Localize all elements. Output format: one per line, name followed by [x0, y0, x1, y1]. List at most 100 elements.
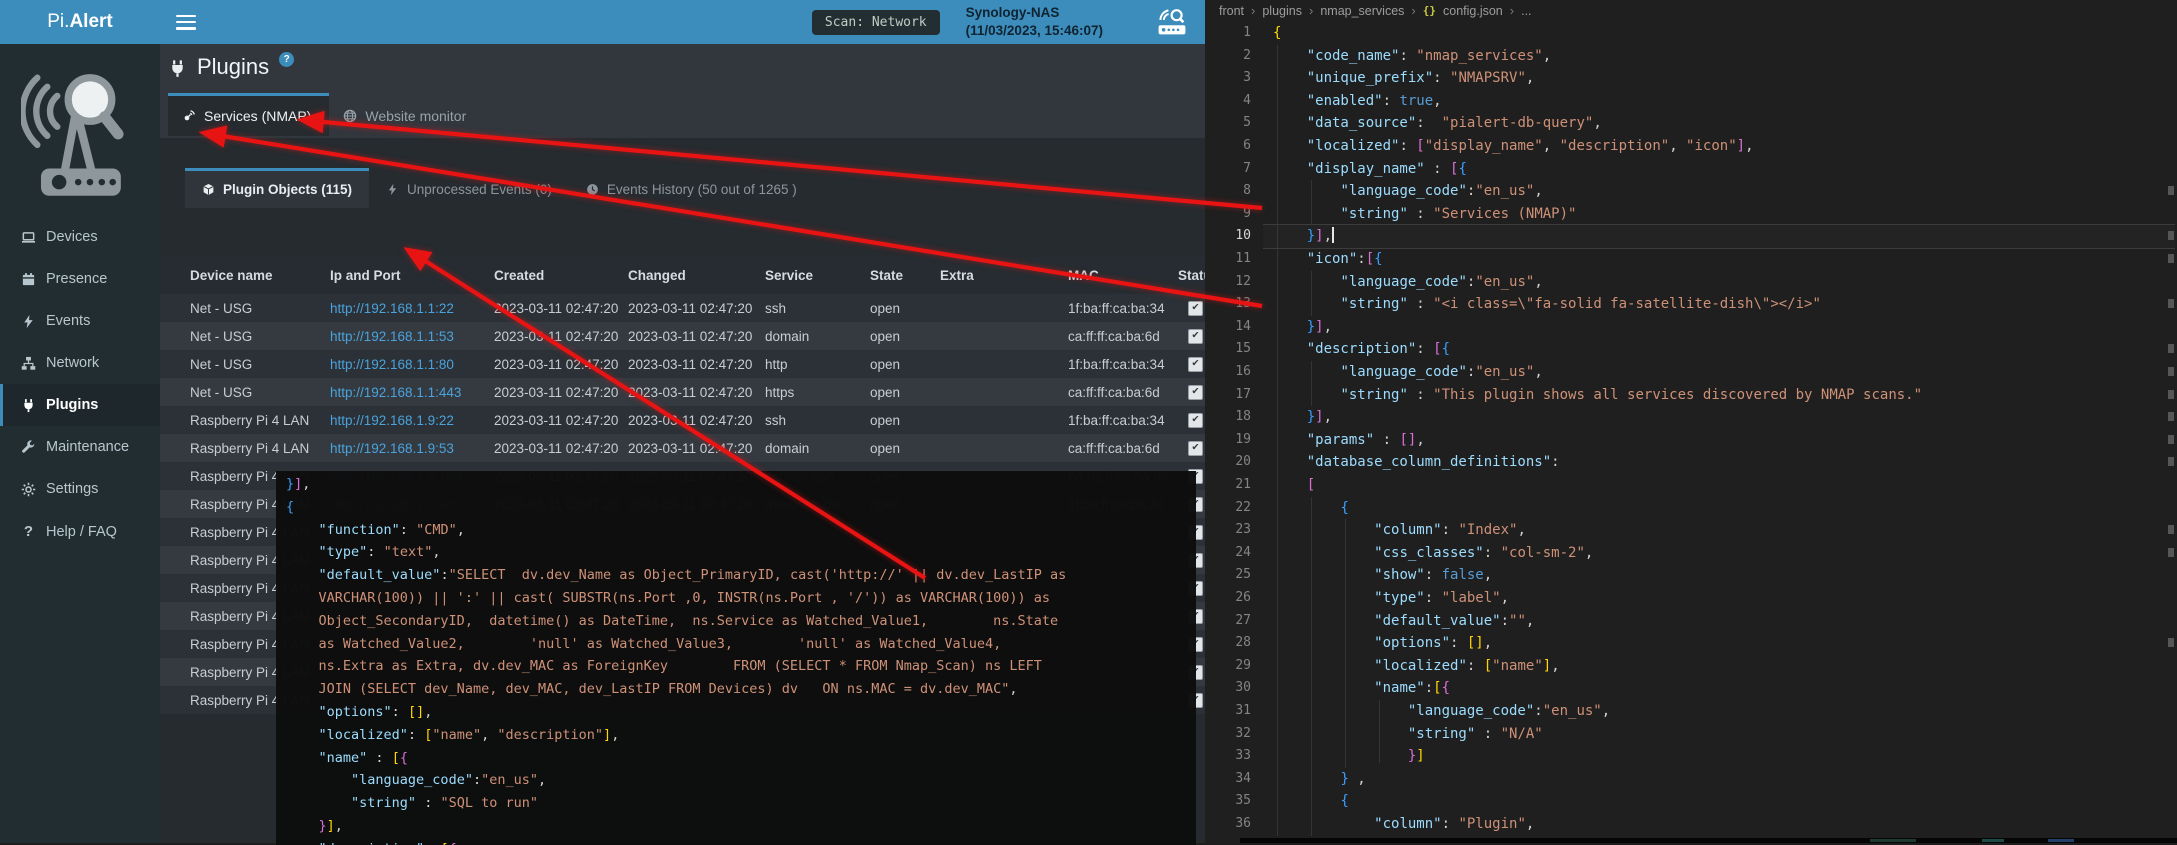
column-header[interactable]: Created — [494, 268, 628, 283]
overlay-code-line: }], — [286, 815, 1196, 838]
cell: http — [765, 357, 870, 372]
host-name: Synology-NAS — [966, 4, 1103, 22]
overlay-code-line: Object_SecondaryID, datetime() as DateTi… — [286, 610, 1196, 633]
line-number: 21 — [1205, 474, 1251, 497]
ip-port-link[interactable]: http://192.168.1.1:443 — [330, 385, 461, 400]
brand-logo[interactable]: Pi.Alert — [0, 0, 160, 44]
status-checkbox[interactable]: ✔ — [1188, 329, 1203, 344]
plug-icon — [168, 54, 187, 83]
editor-line: 14 }], — [1205, 316, 2177, 339]
cell: ssh — [765, 413, 870, 428]
overlay-code-line: "options": [], — [286, 701, 1196, 724]
cell: https — [765, 385, 870, 400]
status-checkbox[interactable]: ✔ — [1188, 413, 1203, 428]
editor-line: 36 "column": "Plugin", — [1205, 813, 2177, 836]
editor-line: 8 "language_code":"en_us", — [1205, 180, 2177, 203]
editor-code-area[interactable]: 1{2 "code_name": "nmap_services",3 "uniq… — [1205, 21, 2177, 843]
overlay-code-line: "default_value":"SELECT dv.dev_Name as O… — [286, 564, 1196, 587]
line-number: 19 — [1205, 429, 1251, 452]
column-header[interactable]: Service — [765, 268, 870, 283]
satellite-dish-icon — [182, 109, 196, 123]
line-code: "options": [], — [1273, 632, 1492, 655]
calendar-icon — [21, 272, 36, 287]
line-number: 22 — [1205, 497, 1251, 520]
status-checkbox[interactable]: ✔ — [1188, 357, 1203, 372]
line-number: 32 — [1205, 723, 1251, 746]
table-header-row: Device nameIp and PortCreatedChangedServ… — [160, 257, 1205, 294]
sidebar-item-plugins[interactable]: Plugins — [0, 384, 160, 426]
code-editor: front›plugins›nmap_services›{}config.jso… — [1205, 0, 2177, 843]
ip-port-link[interactable]: http://192.168.1.1:22 — [330, 301, 454, 316]
hamburger-menu-icon[interactable] — [176, 15, 196, 30]
breadcrumb-item[interactable]: config.json — [1443, 4, 1503, 18]
line-number: 31 — [1205, 700, 1251, 723]
sidebar-item-devices[interactable]: Devices — [0, 216, 160, 258]
column-header[interactable]: Extra — [940, 268, 1068, 283]
cell-status: ✔ — [1178, 385, 1205, 400]
line-code: [ — [1273, 474, 1315, 497]
line-code: "data_source": "pialert-db-query", — [1273, 112, 1602, 135]
overlay-code-line: "language_code":"en_us", — [286, 769, 1196, 792]
breadcrumb-item[interactable]: plugins — [1262, 4, 1302, 18]
editor-line: 7 "display_name" : [{ — [1205, 158, 2177, 181]
cell: 2023-03-11 02:47:20 — [628, 413, 765, 428]
line-code: { — [1273, 790, 1349, 813]
line-code: }], — [1273, 225, 1334, 248]
line-number: 26 — [1205, 587, 1251, 610]
editor-line: 11 "icon":[{ — [1205, 248, 2177, 271]
status-checkbox[interactable]: ✔ — [1188, 301, 1203, 316]
sidebar-item-settings[interactable]: Settings — [0, 468, 160, 510]
column-header[interactable]: MAC — [1068, 268, 1178, 283]
line-number: 35 — [1205, 790, 1251, 813]
status-checkbox[interactable]: ✔ — [1188, 441, 1203, 456]
line-code: "type": "label", — [1273, 587, 1509, 610]
subtab-events-history-50-out-of-1265[interactable]: Events History (50 out of 1265 ) — [569, 168, 814, 208]
column-header[interactable]: Device name — [190, 268, 330, 283]
sidebar-item-maintenance[interactable]: Maintenance — [0, 426, 160, 468]
tab-services-nmap[interactable]: Services (NMAP) — [168, 93, 329, 136]
breadcrumb-item[interactable]: ... — [1521, 4, 1531, 18]
help-badge[interactable]: ? — [279, 52, 294, 67]
ip-port-link[interactable]: http://192.168.1.9:53 — [330, 441, 454, 456]
line-code: "string" : "Services (NMAP)" — [1273, 203, 1576, 226]
ip-port-link[interactable]: http://192.168.1.1:53 — [330, 329, 454, 344]
breadcrumb-separator: › — [1309, 3, 1313, 18]
ip-port-link[interactable]: http://192.168.1.9:22 — [330, 413, 454, 428]
overview-ruler-mark — [2168, 186, 2174, 195]
cell: Raspberry Pi 4 LAN — [190, 441, 330, 456]
overlay-code-line: "function": "CMD", — [286, 519, 1196, 542]
column-header[interactable]: Ip and Port — [330, 268, 494, 283]
cell-status: ✔ — [1178, 301, 1205, 316]
editor-line: 20 "database_column_definitions": — [1205, 451, 2177, 474]
sidebar-item-label: Plugins — [46, 397, 98, 413]
overlay-code-line: "string" : "SQL to run" — [286, 792, 1196, 815]
editor-line: 30 "name":[{ — [1205, 677, 2177, 700]
line-number: 29 — [1205, 655, 1251, 678]
sidebar-item-network[interactable]: Network — [0, 342, 160, 384]
tab-website-monitor[interactable]: Website monitor — [329, 93, 484, 136]
subtab-plugin-objects-115[interactable]: Plugin Objects (115) — [185, 168, 369, 208]
cell: Net - USG — [190, 301, 330, 316]
cell: 2023-03-11 02:47:20 — [628, 301, 765, 316]
bolt-icon — [386, 183, 399, 196]
status-checkbox[interactable]: ✔ — [1188, 385, 1203, 400]
editor-line: 26 "type": "label", — [1205, 587, 2177, 610]
breadcrumb-item[interactable]: front — [1219, 4, 1244, 18]
column-header[interactable]: State — [870, 268, 940, 283]
sidebar-item-presence[interactable]: Presence — [0, 258, 160, 300]
cell: 2023-03-11 02:47:20 — [628, 385, 765, 400]
sidebar-item-events[interactable]: Events — [0, 300, 160, 342]
breadcrumb-item[interactable]: nmap_services — [1320, 4, 1404, 18]
editor-line: 29 "localized": ["name"], — [1205, 655, 2177, 678]
subtab-unprocessed-events-0[interactable]: Unprocessed Events (0) — [369, 168, 569, 208]
column-header[interactable]: Status — [1178, 268, 1205, 283]
line-code: "language_code":"en_us", — [1273, 700, 1610, 723]
router-scan-icon — [1153, 6, 1191, 38]
editor-line: 6 "localized": ["display_name", "descrip… — [1205, 135, 2177, 158]
overview-ruler-mark — [2168, 344, 2174, 353]
subtab-label: Plugin Objects (115) — [223, 182, 352, 197]
line-code: "unique_prefix": "NMAPSRV", — [1273, 67, 1534, 90]
sidebar-item-help-faq[interactable]: ?Help / FAQ — [0, 510, 160, 553]
ip-port-link[interactable]: http://192.168.1.1:80 — [330, 357, 454, 372]
column-header[interactable]: Changed — [628, 268, 765, 283]
